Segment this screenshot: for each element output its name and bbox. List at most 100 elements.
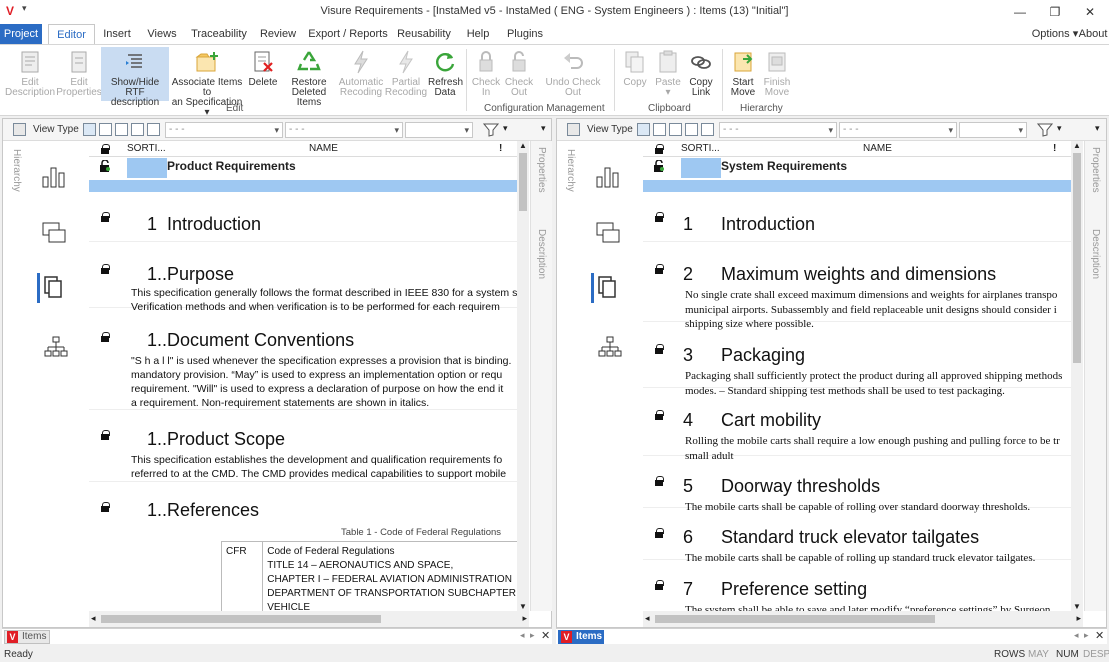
toolbar-overflow-icon[interactable]: ▾ <box>541 123 546 134</box>
bar-chart-icon[interactable] <box>595 165 621 189</box>
tab-nav-left-icon[interactable]: ◂ <box>1074 630 1079 641</box>
scroll-left-icon[interactable]: ◂ <box>645 613 650 624</box>
hierarchy-icon[interactable] <box>43 335 69 359</box>
view-list-icon[interactable] <box>13 123 26 136</box>
finish-move-button[interactable]: Finish Move <box>760 49 794 98</box>
scroll-right-icon[interactable]: ▸ <box>1076 613 1081 624</box>
table-row[interactable]: 2 Maximum weights and dimensions No sing… <box>643 244 1071 330</box>
description-side-label[interactable]: Description <box>536 229 547 279</box>
table-row[interactable]: 1 Introduction <box>89 194 517 242</box>
right-horizontal-scrollbar[interactable]: ◂ ▸ <box>643 611 1083 627</box>
scroll-thumb[interactable] <box>655 615 935 623</box>
properties-side-label[interactable]: Properties <box>1090 147 1101 193</box>
close-button[interactable]: ✕ <box>1080 4 1100 20</box>
right-items-tab[interactable]: V Items <box>558 630 604 644</box>
tab-nav-right-icon[interactable]: ▸ <box>530 630 535 641</box>
minimize-button[interactable]: — <box>1010 4 1030 20</box>
left-vertical-scrollbar[interactable]: ▲ ▼ <box>517 141 529 611</box>
tab-nav-right-icon[interactable]: ▸ <box>1084 630 1089 641</box>
table-row[interactable]: 1.. Purpose This specification generally… <box>89 244 517 313</box>
description-side-label[interactable]: Description <box>1090 229 1101 279</box>
tab-views[interactable]: Views <box>142 24 182 44</box>
edit-properties-button[interactable]: Edit Properties <box>56 49 102 98</box>
windows-icon[interactable] <box>595 221 621 245</box>
table-row[interactable]: Product Requirements <box>89 158 517 192</box>
toolbar-overflow-icon[interactable]: ▾ <box>1095 123 1100 134</box>
tab-insert[interactable]: Insert <box>98 24 136 44</box>
tab-help[interactable]: Help <box>460 24 496 44</box>
refresh-data-button[interactable]: Refresh Data <box>428 49 463 98</box>
view-trace-icon[interactable] <box>147 123 160 136</box>
show-hide-rtf-button[interactable]: Show/Hide RTF description <box>101 47 169 108</box>
column-sorting[interactable]: SORTI... <box>127 143 166 154</box>
tab-close-icon[interactable]: ✕ <box>541 629 550 642</box>
delete-button[interactable]: Delete <box>246 49 280 88</box>
view-trace-icon[interactable] <box>701 123 714 136</box>
view-grid-icon[interactable] <box>115 123 128 136</box>
hierarchy-side-label[interactable]: Hierarchy <box>565 149 576 192</box>
about-menu[interactable]: About <box>1078 24 1108 44</box>
column-name[interactable]: NAME <box>863 143 892 154</box>
check-in-button[interactable]: Check In <box>470 49 502 98</box>
column-sorting[interactable]: SORTI... <box>681 143 720 154</box>
restore-deleted-items-button[interactable]: Restore Deleted Items <box>281 49 337 108</box>
table-row[interactable]: 5 Doorway thresholds The mobile carts sh… <box>643 458 1071 513</box>
tab-close-icon[interactable]: ✕ <box>1095 629 1104 642</box>
undo-check-out-button[interactable]: Undo Check Out <box>537 49 609 98</box>
left-horizontal-scrollbar[interactable]: ◂ ▸ <box>89 611 529 627</box>
paste-button[interactable]: Paste ▾ <box>652 49 684 98</box>
documents-icon[interactable] <box>597 275 619 299</box>
column-flag[interactable]: ! <box>1053 143 1056 154</box>
view-document-icon[interactable] <box>637 123 650 136</box>
tab-plugins[interactable]: Plugins <box>502 24 548 44</box>
bar-chart-icon[interactable] <box>41 165 67 189</box>
left-filter-combo-2[interactable]: - - - <box>285 122 403 138</box>
table-row[interactable]: 4 Cart mobility Rolling the mobile carts… <box>643 390 1071 462</box>
tab-review[interactable]: Review <box>256 24 300 44</box>
view-document-icon[interactable] <box>83 123 96 136</box>
tab-traceability[interactable]: Traceability <box>188 24 250 44</box>
right-vertical-scrollbar[interactable]: ▲ ▼ <box>1071 141 1083 611</box>
table-row[interactable]: 1.. Product Scope This specification est… <box>89 412 517 482</box>
tab-project[interactable]: Project <box>0 24 42 44</box>
scroll-down-icon[interactable]: ▼ <box>1073 602 1081 611</box>
table-row[interactable]: 1 Introduction <box>643 194 1071 242</box>
column-name[interactable]: NAME <box>309 143 338 154</box>
tab-export-reports[interactable]: Export / Reports <box>308 24 388 44</box>
table-row[interactable]: 1.. Document Conventions "S h a l l" is … <box>89 310 517 410</box>
filter-dropdown-icon[interactable]: ▾ <box>1057 123 1062 134</box>
view-link-icon[interactable] <box>131 123 144 136</box>
documents-icon[interactable] <box>43 275 65 299</box>
column-flag[interactable]: ! <box>499 143 502 154</box>
scroll-thumb[interactable] <box>1073 153 1081 363</box>
check-out-button[interactable]: Check Out <box>503 49 535 98</box>
properties-side-label[interactable]: Properties <box>536 147 547 193</box>
table-row[interactable]: 7 Preference setting The system shall be… <box>643 562 1071 611</box>
left-items-tab[interactable]: V Items <box>4 630 50 644</box>
view-link-icon[interactable] <box>685 123 698 136</box>
left-filter-combo-1[interactable]: - - - <box>165 122 283 138</box>
scroll-up-icon[interactable]: ▲ <box>1073 141 1081 150</box>
copy-button[interactable]: Copy <box>618 49 652 88</box>
table-row[interactable]: System Requirements <box>643 158 1071 192</box>
automatic-recoding-button[interactable]: Automatic Recoding <box>338 49 384 98</box>
left-filter-combo-3[interactable] <box>405 122 473 138</box>
scroll-thumb[interactable] <box>519 153 527 211</box>
table-row[interactable]: 1.. References Table 1 - Code of Federal… <box>89 484 517 611</box>
scroll-up-icon[interactable]: ▲ <box>519 141 527 150</box>
maximize-button[interactable]: ❐ <box>1045 4 1065 20</box>
tab-editor[interactable]: Editor <box>48 24 95 44</box>
scroll-left-icon[interactable]: ◂ <box>91 613 96 624</box>
partial-recoding-button[interactable]: Partial Recoding <box>384 49 428 98</box>
windows-icon[interactable] <box>41 221 67 245</box>
copy-link-button[interactable]: Copy Link <box>685 49 717 98</box>
view-tree-icon[interactable] <box>653 123 666 136</box>
view-tree-icon[interactable] <box>99 123 112 136</box>
hierarchy-icon[interactable] <box>597 335 623 359</box>
edit-description-button[interactable]: Edit Description <box>4 49 56 98</box>
filter-dropdown-icon[interactable]: ▾ <box>503 123 508 134</box>
filter-icon[interactable] <box>483 123 499 137</box>
table-row[interactable]: 6 Standard truck elevator tailgates The … <box>643 510 1071 564</box>
scroll-right-icon[interactable]: ▸ <box>522 613 527 624</box>
scroll-thumb[interactable] <box>101 615 381 623</box>
